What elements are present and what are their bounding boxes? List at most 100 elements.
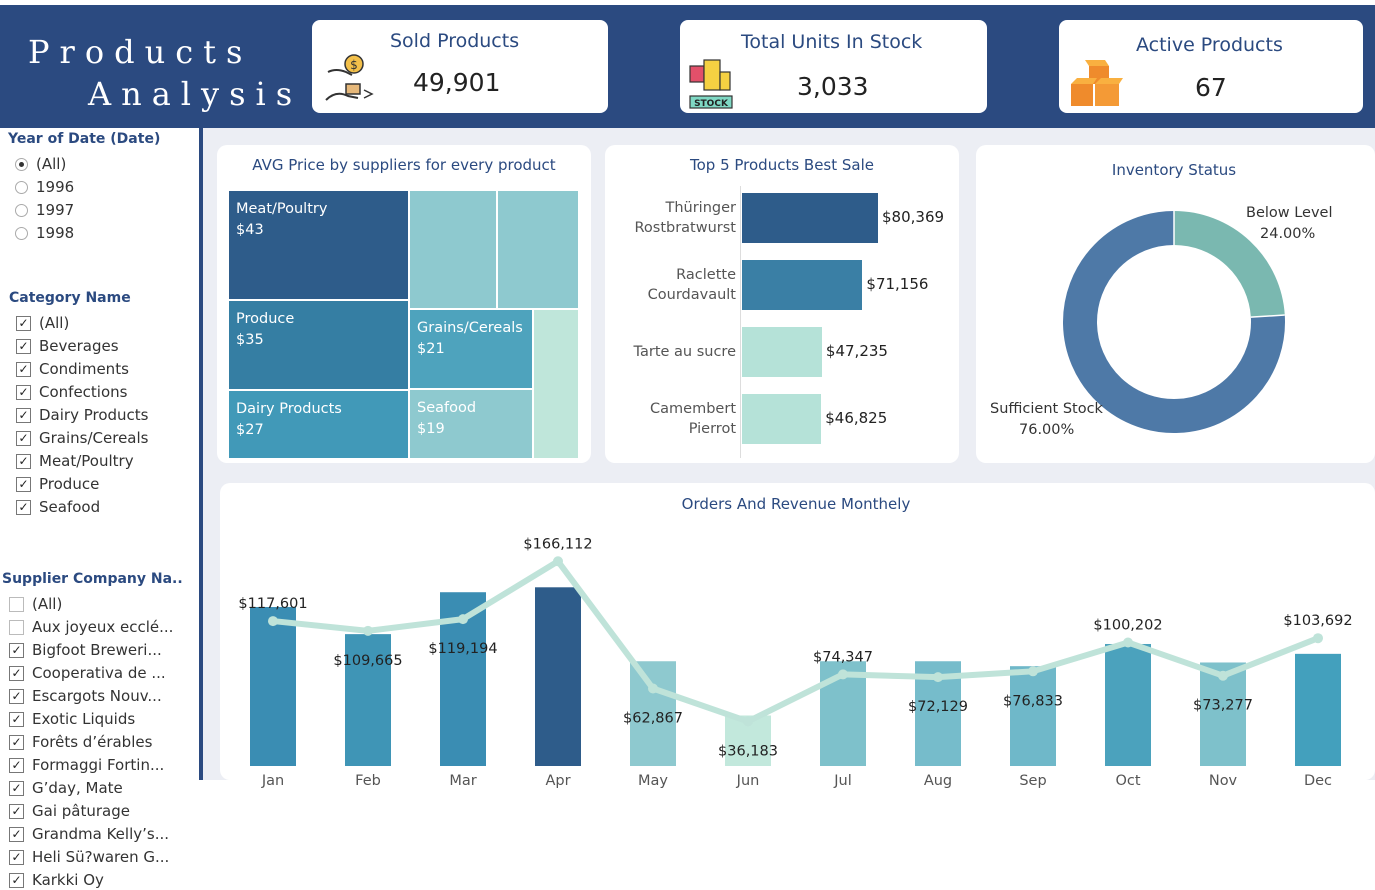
checkbox-icon[interactable]: ✓ [9, 643, 24, 658]
supplier-option[interactable]: (All) [9, 594, 62, 614]
category-option[interactable]: ✓ Grains/Cereals [16, 428, 148, 448]
top5-bar[interactable] [742, 394, 822, 444]
checkbox-icon[interactable]: ✓ [9, 850, 24, 865]
revenue-point[interactable] [363, 625, 373, 636]
checkbox-icon[interactable]: ✓ [9, 666, 24, 681]
checkbox-icon[interactable]: ✓ [16, 500, 31, 515]
checkbox-icon[interactable]: ✓ [9, 781, 24, 796]
top5-bar[interactable] [742, 193, 878, 243]
revenue-point[interactable] [553, 556, 563, 567]
treemap-tile[interactable] [409, 190, 497, 309]
checkbox-icon[interactable]: ✓ [16, 454, 31, 469]
supplier-option[interactable]: ✓ G’day, Mate [9, 778, 123, 798]
month-tick-label: Apr [545, 773, 570, 789]
category-option[interactable]: ✓ Beverages [16, 336, 119, 356]
supplier-option[interactable]: ✓ Heli Sü?waren G... [9, 847, 169, 867]
month-bar[interactable] [250, 607, 296, 766]
radio-icon[interactable] [15, 181, 28, 194]
dashboard-header: Products Analysis Sold Products 49,901 $… [0, 5, 1375, 128]
donut-label-sufficient: Sufficient Stock [990, 401, 1103, 417]
checkbox-icon[interactable]: ✓ [9, 758, 24, 773]
radio-icon[interactable] [15, 158, 28, 171]
revenue-data-label: $36,183 [718, 743, 778, 759]
year-option[interactable]: 1997 [15, 200, 74, 220]
month-tick-label: May [638, 773, 668, 789]
checkbox-icon[interactable] [9, 620, 24, 635]
supplier-option-label: Cooperativa de ... [32, 664, 166, 682]
supplier-option[interactable]: ✓ Karkki Oy [9, 870, 104, 890]
top5-title: Top 5 Products Best Sale [689, 156, 875, 174]
category-option[interactable]: ✓ Meat/Poultry [16, 451, 134, 471]
checkbox-icon[interactable]: ✓ [16, 408, 31, 423]
checkbox-icon[interactable]: ✓ [16, 362, 31, 377]
supplier-option[interactable]: ✓ Escargots Nouv... [9, 686, 162, 706]
checkbox-icon[interactable]: ✓ [16, 316, 31, 331]
month-bar[interactable] [535, 587, 581, 766]
checkbox-icon[interactable]: ✓ [16, 385, 31, 400]
checkbox-icon[interactable]: ✓ [9, 873, 24, 888]
supplier-option[interactable]: ✓ Exotic Liquids [9, 709, 135, 729]
checkbox-icon[interactable]: ✓ [16, 339, 31, 354]
year-option[interactable]: 1998 [15, 223, 74, 243]
treemap-tile[interactable]: Produce $35 [228, 300, 409, 390]
supplier-option-label: G’day, Mate [32, 779, 123, 797]
checkbox-icon[interactable]: ✓ [9, 827, 24, 842]
revenue-point[interactable] [838, 669, 848, 680]
radio-icon[interactable] [15, 204, 28, 217]
checkbox-icon[interactable]: ✓ [9, 804, 24, 819]
checkbox-icon[interactable]: ✓ [16, 431, 31, 446]
year-option[interactable]: (All) [15, 154, 66, 174]
supplier-option[interactable]: ✓ Cooperativa de ... [9, 663, 166, 683]
year-option[interactable]: 1996 [15, 177, 74, 197]
kpi-sold-label: Sold Products [390, 30, 520, 52]
revenue-point[interactable] [458, 614, 468, 625]
top5-bar[interactable] [742, 327, 822, 377]
checkbox-icon[interactable]: ✓ [9, 689, 24, 704]
category-option[interactable]: ✓ Produce [16, 474, 99, 494]
revenue-data-label: $117,601 [238, 596, 307, 612]
revenue-point[interactable] [1313, 633, 1323, 644]
month-bar[interactable] [1010, 666, 1056, 766]
category-option-label: Confections [39, 383, 128, 401]
revenue-point[interactable] [743, 716, 753, 727]
supplier-option[interactable]: ✓ Gai pâturage [9, 801, 130, 821]
revenue-point[interactable] [1218, 670, 1228, 681]
revenue-point[interactable] [268, 616, 278, 627]
treemap-tile[interactable]: Grains/Cereals $21 [409, 309, 533, 389]
category-option-label: Dairy Products [39, 406, 149, 424]
checkbox-icon[interactable]: ✓ [9, 712, 24, 727]
treemap-tile[interactable] [533, 309, 579, 459]
checkbox-icon[interactable]: ✓ [9, 735, 24, 750]
treemap-tile[interactable]: Seafood $19 [409, 389, 533, 459]
supplier-option-label: Bigfoot Breweri... [32, 641, 162, 659]
radio-icon[interactable] [15, 227, 28, 240]
treemap-tile[interactable] [497, 190, 579, 309]
revenue-data-label: $73,277 [1193, 698, 1253, 714]
month-tick-label: Jun [736, 773, 760, 789]
top5-bar[interactable] [742, 260, 863, 310]
donut-segment[interactable] [1173, 211, 1285, 318]
month-bar[interactable] [1105, 643, 1151, 766]
treemap-tile[interactable]: Dairy Products $27 [228, 390, 409, 459]
revenue-point[interactable] [933, 672, 943, 683]
revenue-point[interactable] [648, 683, 658, 694]
stock-cart-icon: STOCK [689, 59, 733, 109]
supplier-option[interactable]: ✓ Bigfoot Breweri... [9, 640, 162, 660]
category-option[interactable]: ✓ Condiments [16, 359, 129, 379]
top5-bar-label: $46,825 [825, 409, 888, 427]
category-option[interactable]: ✓ Seafood [16, 497, 100, 517]
checkbox-icon[interactable]: ✓ [16, 477, 31, 492]
month-bar[interactable] [1295, 653, 1341, 766]
supplier-option[interactable]: Aux joyeux ecclé... [9, 617, 173, 637]
treemap-tile[interactable]: Meat/Poultry $43 [228, 190, 409, 300]
supplier-option[interactable]: ✓ Formaggi Fortin... [9, 755, 164, 775]
revenue-point[interactable] [1123, 637, 1133, 648]
year-option-label: 1998 [36, 224, 75, 242]
category-option[interactable]: ✓ Confections [16, 382, 127, 402]
supplier-option[interactable]: ✓ Forêts d’érables [9, 732, 152, 752]
checkbox-icon[interactable] [9, 597, 24, 612]
category-option[interactable]: ✓ Dairy Products [16, 405, 149, 425]
revenue-point[interactable] [1028, 666, 1038, 677]
supplier-option[interactable]: ✓ Grandma Kelly’s... [9, 824, 169, 844]
category-option[interactable]: ✓ (All) [16, 313, 69, 333]
